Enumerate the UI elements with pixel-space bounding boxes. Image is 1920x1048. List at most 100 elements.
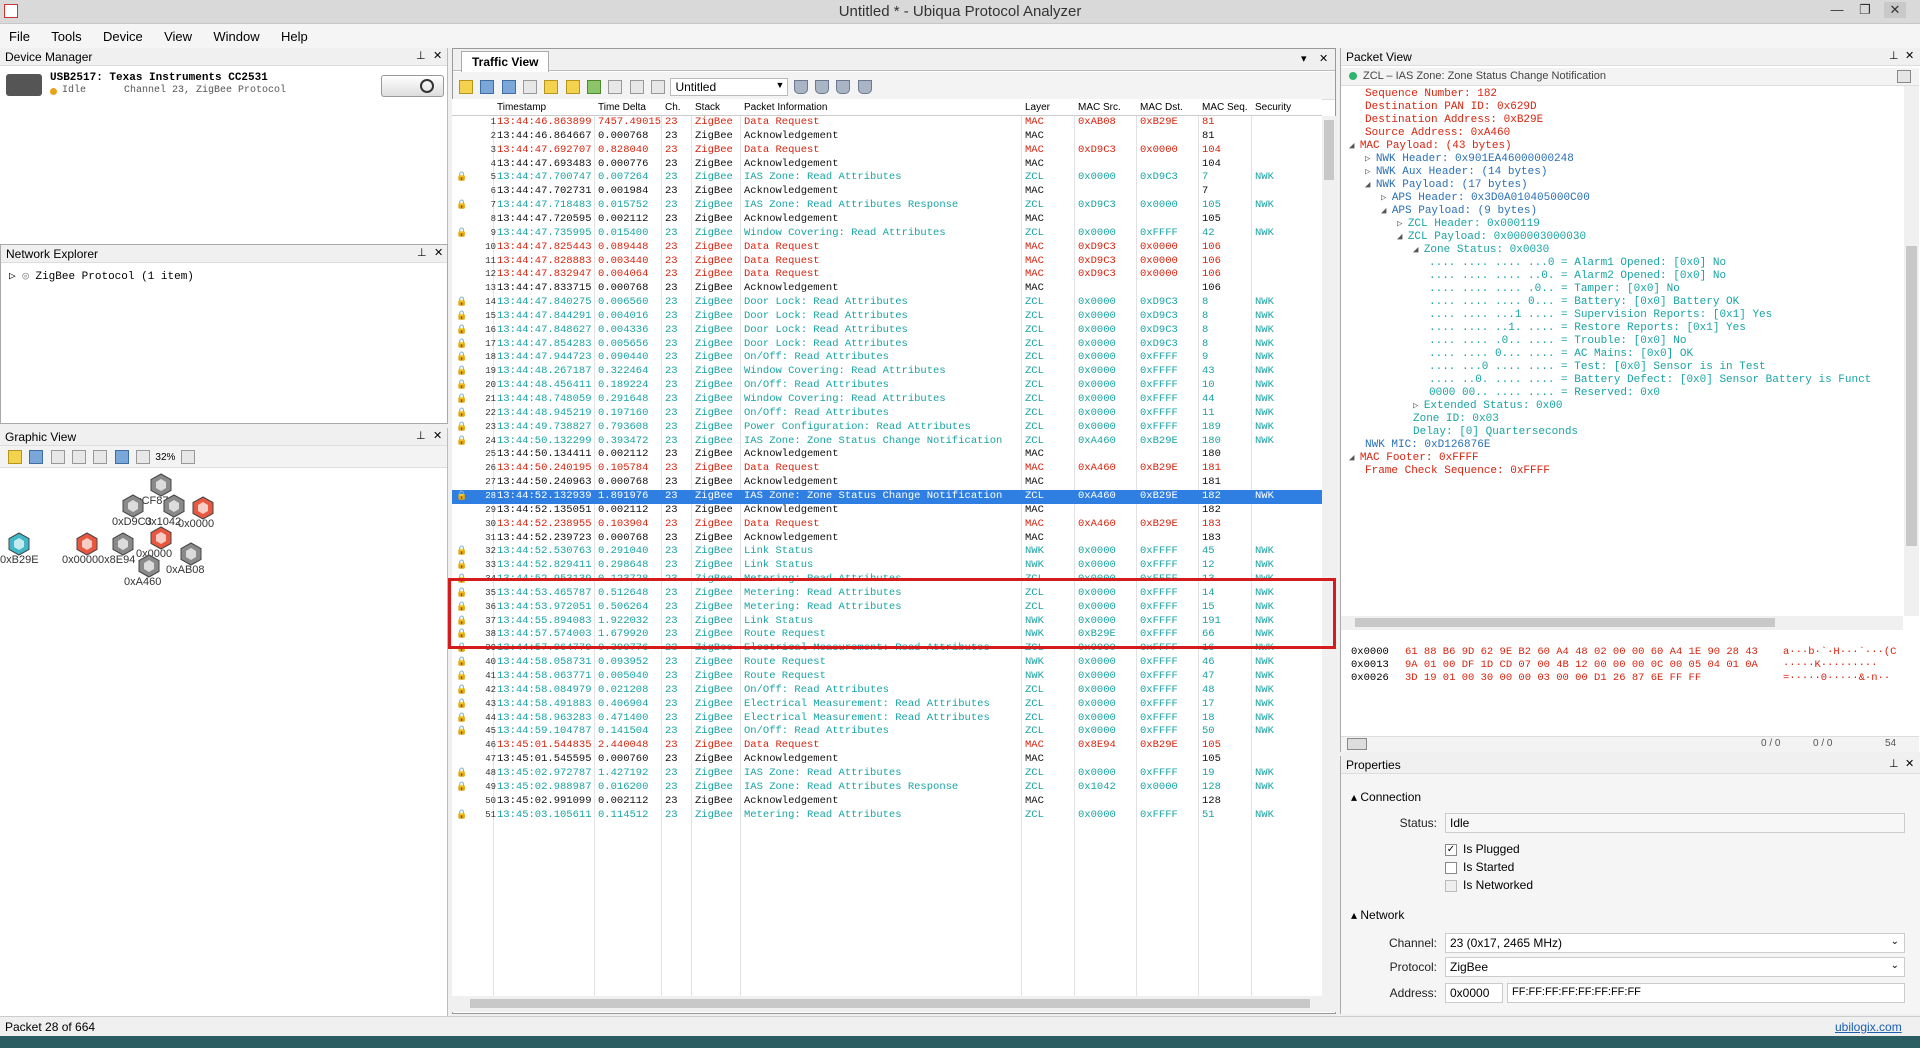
expand-icon[interactable]: ▷ [1365, 167, 1376, 177]
table-row[interactable]: 🔒 9 13:44:47.735995 0.015400 23 ZigBee Window … [452, 227, 1322, 241]
address-long-field[interactable]: FF:FF:FF:FF:FF:FF:FF:FF [1507, 983, 1905, 1003]
traffic-vscrollbar[interactable] [1322, 116, 1336, 996]
save-icon[interactable] [480, 80, 495, 94]
columns-icon[interactable] [501, 80, 516, 94]
table-row[interactable]: 🔒 23 13:44:49.738827 0.793608 23 ZigBee Power … [452, 421, 1322, 435]
col-channel[interactable]: Ch. [665, 102, 681, 113]
table-row[interactable]: 🔒 32 13:44:52.530763 0.291040 23 ZigBee Link S… [452, 545, 1322, 559]
channel-select[interactable]: 23 (0x17, 2465 MHz) ⌄ [1445, 933, 1905, 953]
view-icon[interactable] [608, 80, 623, 94]
device-power-toggle[interactable] [381, 75, 444, 97]
table-row[interactable]: 🔒 22 13:44:48.945219 0.197160 23 ZigBee On/Off… [452, 407, 1322, 421]
collapse-icon[interactable]: ◢ [1397, 232, 1408, 242]
close-icon[interactable]: ✕ [1905, 49, 1914, 62]
col-mac-dst[interactable]: MAC Dst. [1140, 102, 1183, 113]
pin-icon[interactable]: ⊥ [416, 429, 426, 442]
protocol-select[interactable]: ZigBee ⌄ [1445, 957, 1905, 977]
close-icon[interactable]: ✕ [1905, 757, 1914, 770]
table-row[interactable]: 4 13:44:47.693483 0.000776 23 ZigBee Acknowle… [452, 158, 1322, 172]
hex-bytes[interactable]: 3D 19 01 00 30 00 00 03 00 00 D1 26 87 6… [1405, 670, 1701, 686]
pin-icon[interactable]: ⊥ [416, 49, 426, 62]
filter-add-icon[interactable] [815, 80, 830, 94]
zoom-in-icon[interactable] [180, 449, 195, 464]
table-row[interactable]: 47 13:45:01.545595 0.000760 23 ZigBee Acknowl… [452, 753, 1322, 767]
table-row[interactable]: 46 13:45:01.544835 2.440048 23 ZigBee Data Re… [452, 739, 1322, 753]
package-icon[interactable] [544, 80, 559, 94]
step-forward-icon[interactable] [651, 80, 666, 94]
zoom-icon[interactable] [136, 449, 151, 464]
table-row[interactable]: 8 13:44:47.720595 0.002112 23 ZigBee Acknowle… [452, 213, 1322, 227]
table-row[interactable]: 1 13:44:46.863899 7457.49015 23 ZigBee Data R… [452, 116, 1322, 130]
col-security[interactable]: Security [1255, 102, 1291, 113]
table-row[interactable]: 29 13:44:52.135051 0.002112 23 ZigBee Acknowl… [452, 504, 1322, 518]
table-row[interactable]: 50 13:45:02.991099 0.002112 23 ZigBee Acknowl… [452, 795, 1322, 809]
table-row[interactable]: 🔒 24 13:44:50.132299 0.393472 23 ZigBee IAS Zo… [452, 435, 1322, 449]
expand-icon[interactable]: ▷ [1397, 219, 1408, 229]
table-row[interactable]: 🔒 51 13:45:03.105611 0.114512 23 ZigBee Meteri… [452, 809, 1322, 823]
hscroll-thumb[interactable] [1355, 618, 1775, 627]
menu-device[interactable]: Device [94, 26, 152, 47]
close-icon[interactable]: ✕ [433, 429, 442, 442]
tab-traffic-view[interactable]: Traffic View [461, 51, 550, 72]
table-row[interactable]: 🔒 48 13:45:02.972787 1.427192 23 ZigBee IAS Zo… [452, 767, 1322, 781]
table-row[interactable]: 🔒 7 13:44:47.718483 0.015752 23 ZigBee IAS Zon… [452, 199, 1322, 213]
view-icon[interactable] [114, 449, 129, 464]
collapse-icon[interactable]: ◢ [1413, 245, 1424, 255]
close-icon[interactable]: ✕ [433, 49, 442, 62]
table-row[interactable]: 6 13:44:47.702731 0.001984 23 ZigBee Acknowle… [452, 185, 1322, 199]
tree-node[interactable]: Frame Check Sequence: 0xFFFF [1365, 463, 1550, 479]
dropdown-icon[interactable] [1347, 738, 1367, 750]
close-icon[interactable]: ✕ [1319, 52, 1328, 65]
open-icon[interactable] [8, 449, 22, 464]
col-packet-info[interactable]: Packet Information [744, 102, 827, 113]
graph-node[interactable] [122, 494, 144, 518]
is-started-checkbox[interactable]: Is Started [1445, 860, 1514, 874]
address-short-field[interactable]: 0x0000 [1445, 983, 1503, 1003]
table-row[interactable]: 🔒 44 13:44:58.963283 0.471400 23 ZigBee Electr… [452, 712, 1322, 726]
table-row[interactable]: 26 13:44:50.240195 0.105784 23 ZigBee Data Re… [452, 462, 1322, 476]
expand-icon[interactable]: ▷ [1413, 401, 1424, 411]
scroll-thumb[interactable] [1906, 246, 1917, 546]
expand-icon[interactable]: ▷ [1365, 154, 1376, 164]
table-row[interactable]: 25 13:44:50.134411 0.002112 23 ZigBee Acknowl… [452, 448, 1322, 462]
pin-icon[interactable]: ⊥ [1889, 49, 1899, 62]
table-row[interactable]: 🔒 17 13:44:47.854283 0.005656 23 ZigBee Door L… [452, 338, 1322, 352]
graph-node[interactable] [163, 494, 185, 518]
network-graph[interactable]: 0xCF87 0xD9C3 0x1042 0x0000 0xB29E 0x0000 0x8E… [0, 470, 448, 1016]
table-row[interactable]: 🔒 43 13:44:58.491883 0.406904 23 ZigBee Electr… [452, 698, 1322, 712]
filter-icon[interactable] [793, 80, 808, 94]
close-button[interactable]: ✕ [1884, 2, 1906, 18]
table-row[interactable]: 10 13:44:47.825443 0.089448 23 ZigBee Data Re… [452, 241, 1322, 255]
col-mac-src[interactable]: MAC Src. [1078, 102, 1121, 113]
layout-icon[interactable] [93, 449, 108, 464]
col-mac-seq[interactable]: MAC Seq. [1202, 102, 1248, 113]
collapse-icon[interactable]: ◢ [1349, 453, 1360, 463]
table-row[interactable]: 🔒 14 13:44:47.840275 0.006560 23 ZigBee Door L… [452, 296, 1322, 310]
graph-node[interactable] [150, 526, 172, 550]
tree-item-zigbee[interactable]: ▷ ◎ ZigBee Protocol (1 item) [9, 269, 194, 283]
table-row-selected[interactable]: 🔒 28 13:44:52.132939 1.891976 23 ZigBee IAS Zo… [452, 489, 1322, 504]
table-row[interactable]: 3 13:44:47.692707 0.828040 23 ZigBee Data Req… [452, 144, 1322, 158]
ubilogix-link[interactable]: ubilogix.com [1835, 1020, 1902, 1034]
col-stack[interactable]: Stack [695, 102, 720, 113]
expand-icon[interactable]: ▷ [1381, 193, 1392, 203]
col-timestamp[interactable]: Timestamp [497, 102, 546, 113]
export-icon[interactable] [523, 80, 538, 94]
col-time-delta[interactable]: Time Delta [598, 102, 646, 113]
table-row[interactable]: 🔒 16 13:44:47.848627 0.004336 23 ZigBee Door L… [452, 324, 1322, 338]
collapse-icon[interactable]: ◢ [1365, 180, 1376, 190]
pointer-icon[interactable] [50, 449, 65, 464]
table-row[interactable]: 11 13:44:47.828883 0.003440 23 ZigBee Data Re… [452, 255, 1322, 269]
table-row[interactable]: 2 13:44:46.864667 0.000768 23 ZigBee Acknowle… [452, 130, 1322, 144]
filter-select[interactable]: Untitled ▼ [670, 78, 789, 96]
menu-file[interactable]: File [0, 26, 39, 47]
table-row[interactable]: 🔒 19 13:44:48.267187 0.322464 23 ZigBee Window… [452, 365, 1322, 379]
col-layer[interactable]: Layer [1025, 102, 1050, 113]
table-row[interactable]: 🔒 20 13:44:48.456411 0.189224 23 ZigBee On/Off… [452, 379, 1322, 393]
traffic-hscrollbar[interactable] [452, 996, 1336, 1012]
save-icon[interactable] [29, 449, 44, 464]
graph-node[interactable] [76, 532, 98, 556]
lock-icon[interactable] [1897, 70, 1911, 83]
graph-node[interactable] [112, 532, 134, 556]
collapse-icon[interactable]: ◢ [1381, 206, 1392, 216]
